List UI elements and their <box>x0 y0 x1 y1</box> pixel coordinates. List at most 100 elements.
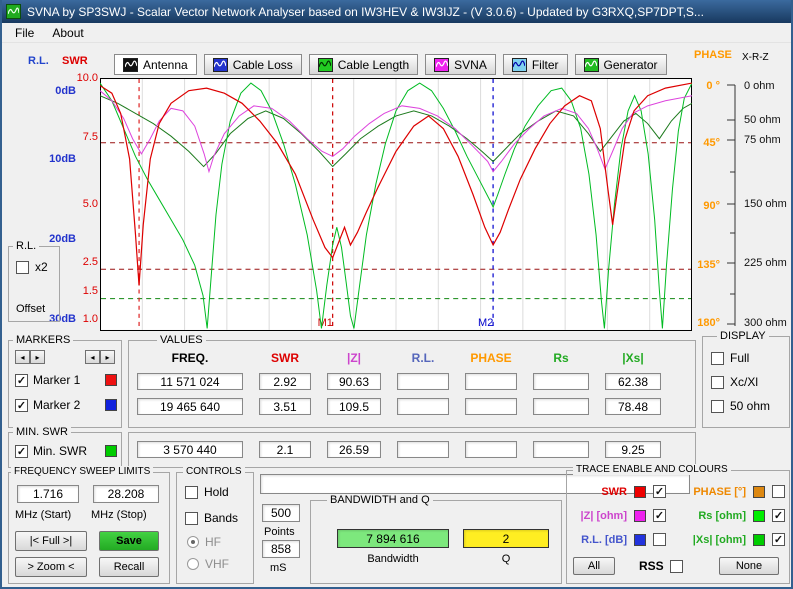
display-full-label: Full <box>730 351 749 365</box>
min-swr-color-swatch <box>105 445 117 457</box>
min-swr-cell <box>533 441 589 458</box>
rss-checkbox[interactable] <box>670 560 683 573</box>
save-button[interactable]: Save <box>99 531 159 551</box>
all-traces-button[interactable]: All <box>573 557 615 575</box>
min-swr-cell <box>397 441 449 458</box>
bandwidth-label: Bandwidth <box>337 553 449 565</box>
trace-enable-checkbox[interactable] <box>772 509 785 522</box>
min-swr-label: Min. SWR <box>33 444 105 458</box>
tab-label: Cable Loss <box>233 58 293 72</box>
marker1-left-arrow-button[interactable]: ◂ <box>15 350 30 364</box>
values-cell: 90.63 <box>327 373 381 390</box>
min-swr-cell: 9.25 <box>605 441 661 458</box>
menu-about[interactable]: About <box>43 24 92 42</box>
display-50ohm-checkbox[interactable] <box>711 400 724 413</box>
swr-tick-1: 1.0 <box>72 313 98 325</box>
title-bar: SVNA by SP3SWJ - Scalar Vector Network A… <box>0 0 793 23</box>
min-swr-group: MIN. SWR Min. SWR <box>8 432 122 468</box>
display-group-title: DISPLAY <box>717 330 769 342</box>
tab-label: Generator <box>604 58 658 72</box>
swr-tick-1-5: 1.5 <box>72 285 98 297</box>
min-swr-values-row: 3 570 4402.126.599.25 <box>137 441 661 458</box>
sweep-limits-group: FREQUENCY SWEEP LIMITS MHz (Start) MHz (… <box>8 472 170 584</box>
marker1-right-arrow-button[interactable]: ▸ <box>30 350 45 364</box>
tab-cable-length[interactable]: Cable Length <box>309 54 418 75</box>
ms-label: mS <box>270 562 287 574</box>
values-cell: 62.38 <box>605 373 661 390</box>
controls-group: CONTROLS Hold Bands HF VHF <box>176 472 254 584</box>
min-swr-values-group: 3 570 4402.126.599.25 <box>128 432 696 468</box>
phase-axis-label: PHASE <box>694 49 732 61</box>
values-header: |Xs| <box>605 351 661 365</box>
hold-checkbox[interactable] <box>185 486 198 499</box>
trace-enable-checkbox[interactable] <box>772 485 785 498</box>
left-axis-rl-label: R.L. <box>28 55 49 67</box>
db-tick-10: 10dB <box>36 153 76 165</box>
min-swr-cell: 3 570 440 <box>137 441 243 458</box>
tab-generator[interactable]: Generator <box>575 54 667 75</box>
mode-tabs: Antenna Cable Loss Cable Length SVNA Fil… <box>114 54 667 75</box>
filter-tab-icon <box>512 58 527 72</box>
no-traces-button[interactable]: None <box>719 557 779 575</box>
values-header: R.L. <box>397 351 449 365</box>
tab-label: Cable Length <box>338 58 409 72</box>
trace-color-swatch <box>634 534 646 546</box>
bands-checkbox[interactable] <box>185 512 198 525</box>
controls-group-title: CONTROLS <box>183 466 245 477</box>
recall-button[interactable]: Recall <box>99 557 159 577</box>
antenna-tab-icon <box>123 58 138 72</box>
points-input[interactable]: 500 <box>262 504 300 522</box>
q-value-field: 2 <box>463 529 549 548</box>
trace-enable-title: TRACE ENABLE AND COLOURS <box>573 464 731 475</box>
values-cell <box>397 398 449 415</box>
ohm-tick-0: 0 ohm <box>744 80 775 92</box>
cable-length-tab-icon <box>318 58 333 72</box>
menu-file[interactable]: File <box>6 24 43 42</box>
display-xcxl-checkbox[interactable] <box>711 376 724 389</box>
trace-enable-checkbox[interactable] <box>772 533 785 546</box>
vhf-label: VHF <box>205 557 229 571</box>
tab-cable-loss[interactable]: Cable Loss <box>204 54 302 75</box>
hold-label: Hold <box>204 485 229 499</box>
vhf-radio[interactable] <box>187 558 199 570</box>
trace-label: R.L. [dB] <box>573 534 627 546</box>
ohm-tick-50: 50 ohm <box>744 114 781 126</box>
db-tick-0: 0dB <box>36 85 76 97</box>
marker2-right-arrow-button[interactable]: ▸ <box>100 350 115 364</box>
trace-label: |Xs| [ohm] <box>674 534 746 546</box>
tab-svna[interactable]: SVNA <box>425 54 496 75</box>
sweep-chart[interactable]: M1M2 <box>100 78 692 331</box>
values-header: PHASE <box>465 351 517 365</box>
min-swr-checkbox[interactable] <box>15 445 28 458</box>
start-frequency-input[interactable] <box>17 485 79 503</box>
phase-tick-0: 0 ° <box>690 80 720 92</box>
x2-checkbox[interactable] <box>16 261 29 274</box>
trace-label: |Z| [ohm] <box>573 510 627 522</box>
marker2-checkbox[interactable] <box>15 399 28 412</box>
rl-offset-group: R.L. x2 Offset <box>8 246 60 322</box>
values-cell: 11 571 024 <box>137 373 243 390</box>
tab-antenna[interactable]: Antenna <box>114 54 197 75</box>
full-span-button[interactable]: |< Full >| <box>15 531 87 551</box>
display-full-checkbox[interactable] <box>711 352 724 365</box>
bandwidth-value-field: 7 894 616 <box>337 529 449 548</box>
zoom-button[interactable]: > Zoom < <box>15 557 87 577</box>
trace-enable-checkbox[interactable] <box>653 509 666 522</box>
stop-frequency-input[interactable] <box>93 485 159 503</box>
marker2-left-arrow-button[interactable]: ◂ <box>85 350 100 364</box>
trace-enable-checkbox[interactable] <box>653 485 666 498</box>
marker1-checkbox[interactable] <box>15 374 28 387</box>
values-cell <box>397 373 449 390</box>
min-swr-cell <box>465 441 517 458</box>
swr-tick-5: 5.0 <box>72 198 98 210</box>
phase-tick-135: 135° <box>690 259 720 271</box>
tab-filter[interactable]: Filter <box>503 54 568 75</box>
app-icon <box>6 4 21 19</box>
values-group: VALUES FREQ.SWR|Z|R.L.PHASERs|Xs|11 571 … <box>128 340 696 428</box>
rss-label: RSS <box>639 559 664 573</box>
hf-radio[interactable] <box>187 536 199 548</box>
trace-label: PHASE [°] <box>674 486 746 498</box>
hf-label: HF <box>205 535 221 549</box>
values-cell: 78.48 <box>605 398 661 415</box>
trace-enable-checkbox[interactable] <box>653 533 666 546</box>
